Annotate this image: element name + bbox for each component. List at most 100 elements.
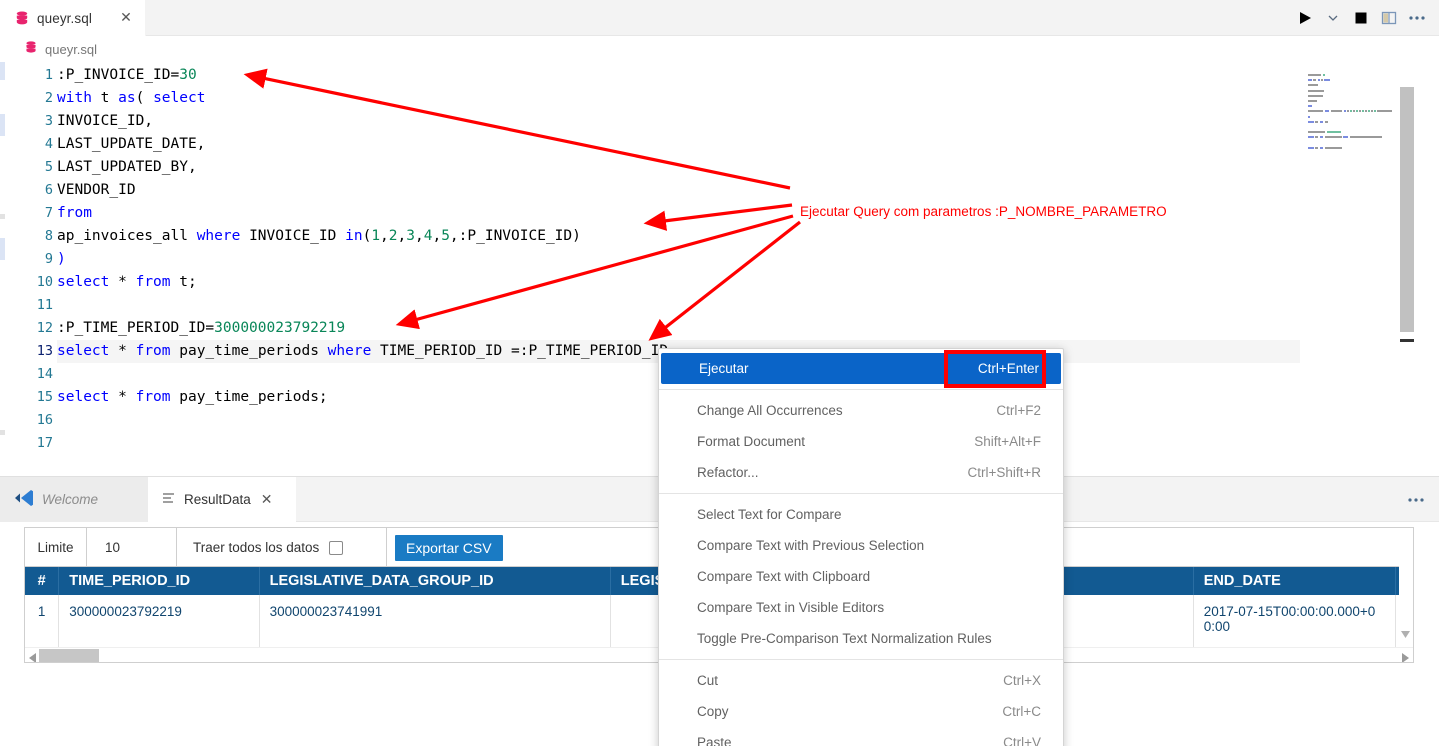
vscode-logo-icon	[14, 489, 34, 510]
code-line-1[interactable]: :P_INVOICE_ID=30	[57, 64, 197, 87]
code-line-5[interactable]: LAST_UPDATED_BY,	[57, 156, 197, 179]
minimap-token	[1356, 110, 1358, 113]
minimap-token	[1321, 79, 1323, 82]
line-number-6: 6	[44, 182, 53, 198]
menu-item-label: Ejecutar	[699, 361, 749, 376]
menu-item-select-text-for-compare[interactable]: Select Text for Compare	[659, 499, 1063, 530]
menu-item-compare-text-with-clipboard[interactable]: Compare Text with Clipboard	[659, 561, 1063, 592]
close-icon[interactable]: ✕	[119, 10, 133, 25]
menu-item-label: Compare Text with Clipboard	[697, 569, 871, 584]
menu-item-label: Toggle Pre-Comparison Text Normalization…	[697, 631, 992, 646]
minimap-token	[1343, 110, 1346, 113]
scrollbar-thumb[interactable]	[1400, 87, 1414, 332]
menu-item-shortcut: Ctrl+C	[1002, 704, 1041, 719]
menu-separator	[659, 389, 1063, 390]
minimap[interactable]	[1300, 62, 1400, 476]
code-line-12[interactable]: :P_TIME_PERIOD_ID=300000023792219	[57, 317, 345, 340]
menu-item-label: Compare Text in Visible Editors	[697, 600, 885, 615]
editor-tab-queyr-sql[interactable]: queyr.sql ✕	[0, 0, 146, 36]
breadcrumb[interactable]: queyr.sql	[0, 36, 1439, 62]
minimap-token	[1315, 120, 1319, 123]
code-line-9[interactable]: )	[57, 248, 66, 271]
menu-item-change-all-occurrences[interactable]: Change All Occurrences Ctrl+F2	[659, 395, 1063, 426]
code-line-2[interactable]: with t as( select	[57, 87, 205, 110]
code-line-10[interactable]: select * from t;	[57, 271, 197, 294]
minimap-token	[1308, 79, 1312, 82]
more-actions-icon[interactable]	[1407, 490, 1425, 508]
minimap-token	[1324, 79, 1331, 82]
menu-item-paste[interactable]: Paste Ctrl+V	[659, 727, 1063, 746]
menu-item-label: Change All Occurrences	[697, 403, 843, 418]
chevron-down-icon[interactable]	[1319, 4, 1347, 32]
minimap-token	[1353, 110, 1355, 113]
database-icon	[24, 40, 38, 59]
minimap-token	[1330, 110, 1343, 113]
grid-vertical-scrollbar[interactable]	[1399, 556, 1413, 647]
cell-end-date: 2017-07-15T00:00:00.000+00:00	[1193, 595, 1397, 647]
hscroll-thumb[interactable]	[39, 649, 99, 662]
minimap-token	[1317, 79, 1320, 82]
chevron-left-icon[interactable]	[29, 650, 36, 662]
editor-context-menu[interactable]: Ejecutar Ctrl+Enter Change All Occurrences…	[658, 348, 1064, 746]
minimap-token	[1374, 110, 1376, 113]
panel-tab-resultdata[interactable]: ResultData ✕	[148, 477, 296, 522]
column-header-end-date[interactable]: END_DATE	[1193, 567, 1397, 595]
chevron-right-icon[interactable]	[1402, 650, 1409, 662]
code-line-3[interactable]: INVOICE_ID,	[57, 110, 153, 133]
menu-item-cut[interactable]: Cut Ctrl+X	[659, 665, 1063, 696]
menu-item-compare-text-in-visible-editors[interactable]: Compare Text in Visible Editors	[659, 592, 1063, 623]
chevron-down-icon[interactable]	[1401, 625, 1410, 643]
menu-item-label: Refactor...	[697, 465, 759, 480]
menu-item-copy[interactable]: Copy Ctrl+C	[659, 696, 1063, 727]
minimap-token	[1362, 110, 1364, 113]
stop-icon[interactable]	[1347, 4, 1375, 32]
menu-item-toggle-pre-comparison-text-normalization-rules[interactable]: Toggle Pre-Comparison Text Normalization…	[659, 623, 1063, 654]
close-icon[interactable]: ✕	[261, 491, 273, 508]
annotation-highlight-box	[944, 350, 1046, 388]
run-icon[interactable]	[1291, 4, 1319, 32]
cursor-marker	[1400, 339, 1414, 342]
code-line-4[interactable]: LAST_UPDATE_DATE,	[57, 133, 205, 156]
column-header-index[interactable]: #	[25, 567, 60, 595]
database-icon	[14, 10, 30, 26]
minimap-token	[1365, 110, 1367, 113]
annotation-label: Ejecutar Query com parametros :P_NOMBRE_…	[800, 204, 1167, 219]
line-number-3: 3	[44, 113, 53, 129]
cell-legislative-data-group-id: 300000023741991	[259, 595, 611, 647]
minimap-token	[1308, 120, 1314, 123]
limit-input[interactable]: 10	[87, 528, 177, 567]
editor-vertical-scrollbar[interactable]	[1400, 62, 1414, 476]
line-number-7: 7	[44, 205, 53, 221]
menu-item-shortcut: Ctrl+Shift+R	[967, 465, 1041, 480]
line-number-1: 1	[44, 67, 53, 83]
menu-item-compare-text-with-previous-selection[interactable]: Compare Text with Previous Selection	[659, 530, 1063, 561]
minimap-token	[1315, 136, 1319, 139]
code-line-6[interactable]: VENDOR_ID	[57, 179, 136, 202]
more-actions-icon[interactable]	[1403, 4, 1431, 32]
vscode-window: queyr.sql ✕ queyr.sql 1 2 3 4 5 6 7 8 9 …	[0, 0, 1439, 746]
line-number-2: 2	[44, 90, 53, 106]
minimap-token	[1350, 110, 1352, 113]
code-line-7[interactable]: from	[57, 202, 92, 225]
minimap-token	[1308, 131, 1326, 134]
menu-item-shortcut: Ctrl+X	[1003, 673, 1041, 688]
fetch-all-checkbox[interactable]	[329, 540, 344, 555]
minimap-token	[1319, 146, 1324, 149]
menu-separator	[659, 659, 1063, 660]
minimap-token	[1308, 105, 1312, 108]
minimap-token	[1324, 120, 1328, 123]
editor-actions-toolbar	[1291, 0, 1431, 36]
menu-item-format-document[interactable]: Format Document Shift+Alt+F	[659, 426, 1063, 457]
column-header-time-period-id[interactable]: TIME_PERIOD_ID	[58, 567, 260, 595]
code-line-15[interactable]: select * from pay_time_periods;	[57, 386, 328, 409]
export-csv-button[interactable]: Exportar CSV	[395, 534, 503, 561]
panel-tab-welcome[interactable]: Welcome	[0, 477, 148, 522]
code-line-8[interactable]: ap_invoices_all where INVOICE_ID in(1,2,…	[57, 225, 581, 248]
line-number-gutter: 1 2 3 4 5 6 7 8 9 10 11 12 13 14 15 16 17	[5, 62, 57, 476]
menu-item-label: Cut	[697, 673, 719, 688]
line-number-14: 14	[36, 366, 53, 382]
split-editor-icon[interactable]	[1375, 4, 1403, 32]
column-header-legislative-data-group-id[interactable]: LEGISLATIVE_DATA_GROUP_ID	[259, 567, 611, 595]
menu-item-refactor[interactable]: Refactor... Ctrl+Shift+R	[659, 457, 1063, 488]
fetch-all-checkbox-row[interactable]: Traer todos los datos	[177, 528, 387, 567]
